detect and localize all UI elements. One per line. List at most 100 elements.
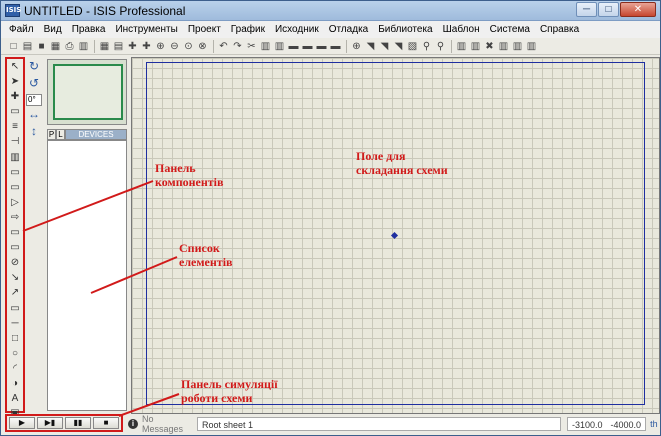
toolbar-icon[interactable]: ▥	[259, 40, 272, 53]
toolbar-icon[interactable]: ◥	[378, 40, 391, 53]
component-tool-icon[interactable]: ⊘	[7, 255, 23, 270]
menu-system[interactable]: Система	[485, 24, 535, 35]
toolbar-icon[interactable]: ▥	[273, 40, 286, 53]
toolbar-icon[interactable]: □	[7, 40, 20, 53]
toolbar-icon[interactable]: ⊗	[196, 40, 209, 53]
toolbar-icon[interactable]: ✂	[245, 40, 258, 53]
toolbar-icon[interactable]: ▬	[301, 40, 314, 53]
component-tool-icon[interactable]: ─	[7, 316, 23, 331]
menu-file[interactable]: Файл	[4, 24, 39, 35]
rotate-controls: ↻ ↺ 0° ↔ ↕	[26, 59, 44, 141]
step-button[interactable]: ▶▮	[37, 417, 63, 429]
toolbar-icon[interactable]: ✖	[483, 40, 496, 53]
toolbar-icon[interactable]: ✚	[140, 40, 153, 53]
toolbar-icon[interactable]: ▬	[315, 40, 328, 53]
components-annotation: Панель компонентів	[155, 161, 224, 189]
component-tool-icon[interactable]: ◑	[7, 376, 23, 391]
toolbar-icon[interactable]: ⊕	[350, 40, 363, 53]
component-tool-icon[interactable]: □	[7, 331, 23, 346]
toolbar-icon[interactable]: ▤	[112, 40, 125, 53]
device-list[interactable]	[47, 140, 127, 411]
component-tool-icon[interactable]: ↘	[7, 270, 23, 285]
toolbar-icon[interactable]: ▬	[329, 40, 342, 53]
toolbar-icon[interactable]: ▦	[98, 40, 111, 53]
rotate-counterclockwise-icon[interactable]: ↺	[26, 76, 42, 93]
component-tool-icon[interactable]: ▭	[7, 180, 23, 195]
component-tool-icon[interactable]: ▭	[7, 165, 23, 180]
component-tool-icon[interactable]: ▭	[7, 104, 23, 119]
menu-tools[interactable]: Инструменты	[110, 24, 182, 35]
component-tool-icon[interactable]: A	[7, 391, 23, 406]
toolbar-icon[interactable]: ▦	[49, 40, 62, 53]
toolbar-icon[interactable]: ↷	[231, 40, 244, 53]
menu-view[interactable]: Вид	[39, 24, 67, 35]
toolbar-icon[interactable]: ↶	[217, 40, 230, 53]
toolbar-icon[interactable]: ▥	[77, 40, 90, 53]
mirror-vertical-icon[interactable]: ↕	[26, 124, 42, 141]
toolbar-icon[interactable]: ⎙	[63, 40, 76, 53]
message-area[interactable]: i No Messages	[125, 414, 197, 434]
toolbar-icon[interactable]: ▥	[511, 40, 524, 53]
unit-indicator: th	[650, 418, 658, 429]
toolbar-icon[interactable]: ◥	[392, 40, 405, 53]
menu-graph[interactable]: График	[226, 24, 270, 35]
component-tool-icon[interactable]: ○	[7, 346, 23, 361]
status-bar: i No Messages Root sheet 1 -3100.0 -4000…	[125, 414, 660, 434]
title-bar: ISIS UNTITLED - ISIS Professional ─ □ ✕	[1, 1, 660, 21]
component-tool-icon[interactable]: ▥	[7, 150, 23, 165]
toolbar-icon[interactable]: ▧	[406, 40, 419, 53]
maximize-button[interactable]: □	[598, 2, 619, 17]
menu-template[interactable]: Шаблон	[438, 24, 485, 35]
pause-button[interactable]: ▮▮	[65, 417, 91, 429]
info-icon: i	[128, 418, 138, 429]
menu-design[interactable]: Проект	[183, 24, 226, 35]
minimize-button[interactable]: ─	[576, 2, 597, 17]
canvas-annotation: Поле для складання схеми	[356, 149, 448, 177]
overview-window[interactable]	[47, 59, 127, 125]
component-tool-icon[interactable]: ➤	[7, 74, 23, 89]
toolbar-icon[interactable]: ⊕	[154, 40, 167, 53]
component-tool-icon[interactable]: ↗	[7, 285, 23, 300]
component-tool-icon[interactable]: ▭	[7, 225, 23, 240]
schematic-canvas[interactable]	[131, 57, 660, 414]
menu-bar: Файл Вид Правка Инструменты Проект Графи…	[1, 21, 660, 38]
component-tool-icon[interactable]: ✚	[7, 89, 23, 104]
toolbar-icon[interactable]: ▥	[469, 40, 482, 53]
component-tool-icon[interactable]: ▷	[7, 195, 23, 210]
component-tool-icon[interactable]: ↖	[7, 59, 23, 74]
pick-device-tab[interactable]: P	[47, 129, 56, 140]
menu-source[interactable]: Исходник	[270, 24, 324, 35]
toolbar-icon[interactable]: ⚲	[434, 40, 447, 53]
window-title: UNTITLED - ISIS Professional	[24, 4, 186, 18]
component-tool-icon[interactable]: ▭	[7, 240, 23, 255]
toolbar-icon[interactable]: ▥	[497, 40, 510, 53]
play-button[interactable]: ▶	[9, 417, 35, 429]
message-text: No Messages	[142, 413, 184, 434]
toolbar-icon[interactable]: ▥	[525, 40, 538, 53]
library-tab[interactable]: L	[56, 129, 65, 140]
menu-help[interactable]: Справка	[535, 24, 584, 35]
toolbar-icon[interactable]: ⚲	[420, 40, 433, 53]
toolbar-icon[interactable]: ◥	[364, 40, 377, 53]
menu-library[interactable]: Библиотека	[373, 24, 437, 35]
component-tool-icon[interactable]: ◜	[7, 361, 23, 376]
toolbar-icon[interactable]: ⊙	[182, 40, 195, 53]
mirror-horizontal-icon[interactable]: ↔	[26, 107, 42, 124]
menu-edit[interactable]: Правка	[67, 24, 111, 35]
close-button[interactable]: ✕	[620, 2, 656, 17]
component-tool-icon[interactable]: ≡	[7, 119, 23, 134]
toolbar-icon[interactable]: ▬	[287, 40, 300, 53]
toolbar-icon[interactable]: ▥	[455, 40, 468, 53]
toolbar-icon[interactable]: ▤	[21, 40, 34, 53]
stop-button[interactable]: ■	[93, 417, 119, 429]
component-tool-icon[interactable]: ⇨	[7, 210, 23, 225]
rotation-angle-field[interactable]: 0°	[26, 94, 42, 106]
menu-debug[interactable]: Отладка	[324, 24, 374, 35]
component-tool-icon[interactable]: ▭	[7, 301, 23, 316]
rotate-clockwise-icon[interactable]: ↻	[26, 59, 42, 76]
component-tool-icon[interactable]: ⊣	[7, 134, 23, 149]
toolbar-icon[interactable]: ⊖	[168, 40, 181, 53]
toolbar-icon[interactable]: ✚	[126, 40, 139, 53]
coordinates-readout: -3100.0 -4000.0	[567, 416, 647, 431]
toolbar-icon[interactable]: ■	[35, 40, 48, 53]
